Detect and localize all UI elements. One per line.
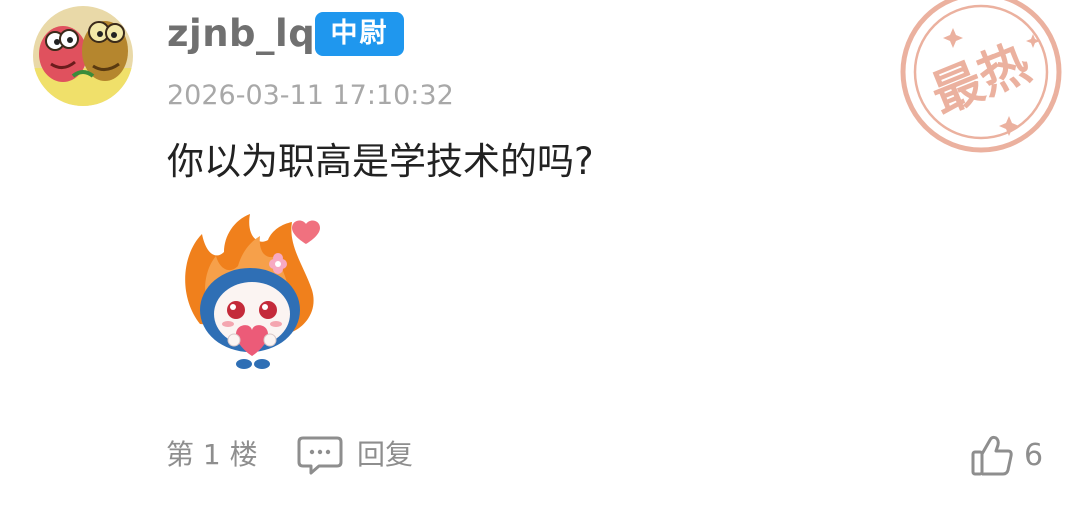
hot-stamp-seal-icon: 最热 — [900, 0, 1062, 153]
thumbs-up-icon — [971, 435, 1013, 476]
timestamp: 2026-03-11 17:10:32 — [167, 80, 454, 111]
hot-stamp-text: 最热 — [923, 33, 1037, 124]
hot-stamp: 最热 — [893, 0, 1073, 160]
like-count: 6 — [1024, 438, 1044, 473]
comment-card: zjnb_lq 中尉 2026-03-11 17:10:32 最热 你以为职高是… — [0, 0, 1080, 505]
like-button[interactable]: 6 — [970, 432, 1043, 480]
avatar[interactable] — [33, 6, 133, 106]
flame-mascot-sticker-icon — [185, 214, 320, 369]
rank-badge: 中尉 — [315, 12, 404, 56]
speech-bubble-icon — [297, 436, 343, 475]
sticker — [172, 206, 332, 376]
reply-label: 回复 — [357, 438, 414, 471]
username[interactable]: zjnb_lq — [167, 8, 315, 60]
avatar-cartoon-image — [33, 6, 133, 106]
reply-button[interactable]: 回复 — [297, 433, 413, 477]
floor-label: 第 1 楼 — [166, 438, 258, 471]
comment-text: 你以为职高是学技术的吗? — [167, 140, 594, 183]
